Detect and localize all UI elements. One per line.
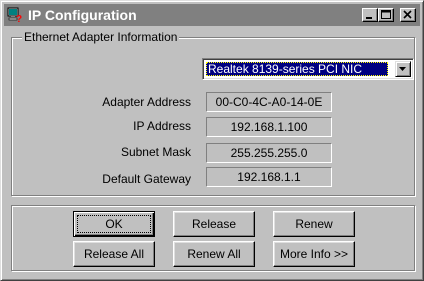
adapter-info-group-label: Ethernet Adapter Information: [22, 30, 180, 44]
adapter-address-label: Adapter Address: [102, 95, 191, 109]
release-all-button[interactable]: Release All: [73, 241, 155, 267]
more-info-button-label: More Info >>: [279, 246, 349, 261]
title-bar[interactable]: ? IP Configuration: [4, 4, 420, 26]
subnet-mask-label: Subnet Mask: [120, 145, 191, 159]
close-button[interactable]: [400, 8, 416, 22]
renew-button-label: Renew: [295, 216, 333, 231]
ip-address-label: IP Address: [133, 119, 191, 133]
chevron-down-icon: [399, 67, 406, 71]
minimize-icon: [366, 17, 372, 19]
ok-button[interactable]: OK: [73, 211, 155, 237]
subnet-mask-value: 255.255.255.0: [206, 143, 332, 163]
ip-configuration-window: ? IP Configuration Ethernet Adapter Info…: [0, 0, 424, 281]
adapter-select-value: Realtek 8139-series PCI NIC: [206, 62, 388, 76]
release-all-button-label: Release All: [83, 246, 145, 261]
adapter-select[interactable]: Realtek 8139-series PCI NIC: [202, 58, 414, 80]
release-button[interactable]: Release: [173, 211, 255, 237]
window-title: IP Configuration: [28, 7, 137, 23]
default-gateway-value: 192.168.1.1: [206, 167, 332, 187]
release-button-label: Release: [191, 216, 237, 231]
close-icon: [403, 10, 412, 19]
minimize-button[interactable]: [362, 8, 378, 22]
renew-all-button-label: Renew All: [187, 246, 241, 261]
renew-all-button[interactable]: Renew All: [173, 241, 255, 267]
adapter-address-value: 00-C0-4C-A0-14-0E: [206, 92, 332, 112]
ok-button-label: OK: [105, 216, 123, 231]
default-gateway-label: Default Gateway: [102, 172, 191, 186]
renew-button[interactable]: Renew: [273, 211, 355, 237]
ip-address-value: 192.168.1.100: [206, 117, 332, 137]
more-info-button[interactable]: More Info >>: [273, 241, 355, 267]
adapter-select-button[interactable]: [395, 61, 411, 77]
svg-text:?: ?: [16, 14, 22, 23]
network-icon: ?: [7, 7, 22, 23]
maximize-button[interactable]: [378, 8, 394, 22]
maximize-icon: [381, 10, 391, 19]
